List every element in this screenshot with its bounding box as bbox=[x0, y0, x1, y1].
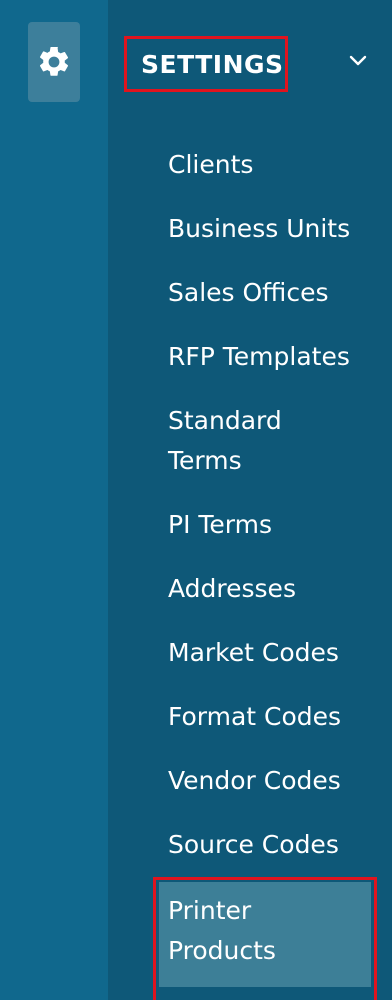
menu-item-source-codes[interactable]: Source Codes bbox=[168, 825, 378, 865]
menu-item-vendor-codes[interactable]: Vendor Codes bbox=[168, 761, 378, 801]
gear-icon bbox=[39, 46, 69, 76]
chevron-down-icon bbox=[349, 55, 367, 66]
menu-item-market-codes[interactable]: Market Codes bbox=[168, 633, 378, 673]
menu-item-clients[interactable]: Clients bbox=[168, 145, 378, 185]
menu-item-rfp-templates[interactable]: RFP Templates bbox=[168, 337, 378, 377]
menu-item-printer-products[interactable]: Printer Products bbox=[153, 877, 377, 1000]
collapse-toggle[interactable] bbox=[348, 53, 368, 69]
settings-title: SETTINGS bbox=[141, 50, 284, 79]
menu-item-format-codes[interactable]: Format Codes bbox=[168, 697, 378, 737]
menu-item-label: Printer Products bbox=[168, 896, 276, 965]
menu-item-standard-terms[interactable]: Standard Terms bbox=[168, 401, 338, 481]
menu-item-pi-terms[interactable]: PI Terms bbox=[168, 505, 378, 545]
icon-rail bbox=[0, 0, 108, 1000]
menu-item-addresses[interactable]: Addresses bbox=[168, 569, 378, 609]
settings-gear-button[interactable] bbox=[28, 22, 80, 102]
settings-section-header[interactable]: SETTINGS bbox=[124, 36, 288, 92]
menu-item-business-units[interactable]: Business Units bbox=[168, 209, 378, 249]
menu-item-sales-offices[interactable]: Sales Offices bbox=[168, 273, 378, 313]
